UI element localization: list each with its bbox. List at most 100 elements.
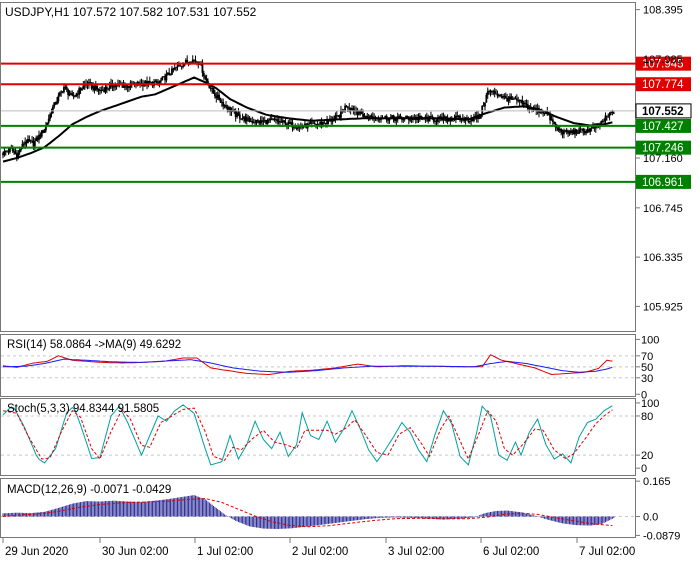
- candle-body-47: [67, 89, 69, 95]
- current-price-label: 107.552: [642, 106, 684, 118]
- candle-body-161: [225, 105, 227, 108]
- candle-body-437: [607, 115, 610, 117]
- candle-body-13: [20, 148, 22, 151]
- candle-body-113: [158, 81, 161, 84]
- candle-body-221: [308, 123, 310, 125]
- candle-body-367: [510, 96, 513, 100]
- candle-body-180: [251, 121, 254, 123]
- candle-body-147: [205, 78, 208, 82]
- time-tick-label-3: 2 Jul 02:00: [292, 546, 348, 558]
- candle-body-349: [485, 94, 488, 103]
- candle-body-139: [194, 60, 197, 62]
- candle-body-76: [107, 88, 110, 90]
- candle-body-8: [13, 151, 15, 153]
- price-tick-label-3: 106.745: [643, 203, 683, 215]
- candle-body-88: [123, 85, 126, 88]
- candle-body-9: [14, 152, 17, 154]
- candle-body-118: [165, 74, 168, 81]
- candle-body-120: [168, 72, 171, 75]
- candle-body-414: [575, 129, 578, 133]
- candle-body-33: [47, 118, 50, 123]
- level-label-4: 106.961: [642, 177, 684, 189]
- candle-body-403: [560, 128, 563, 133]
- candle-body-133: [186, 60, 189, 63]
- stoch-tick-label-0: 100: [641, 398, 659, 410]
- candle-body-257: [358, 113, 360, 115]
- time-tick-label-4: 3 Jul 02:00: [388, 546, 444, 558]
- candle-body-198: [276, 119, 279, 122]
- price-tick-label-1: 107.985: [643, 54, 683, 66]
- candle-body-36: [51, 106, 54, 114]
- candle-body-41: [58, 92, 61, 96]
- candle-body-434: [603, 120, 605, 122]
- candle-body-232: [323, 122, 326, 124]
- candle-body-35: [50, 113, 53, 115]
- chart-root: 107.945 107.774 107.427 107.246 106.961 107.5…: [0, 0, 700, 560]
- candle-body-441: [612, 112, 615, 114]
- candle-body-44: [63, 87, 65, 93]
- candle-body-111: [155, 80, 158, 84]
- candle-body-52: [74, 95, 76, 97]
- candle-body-34: [49, 114, 51, 119]
- candle-body-337: [468, 121, 471, 123]
- macd-tick-label-2: -0.0879: [643, 530, 680, 542]
- candle-body-145: [202, 72, 205, 77]
- candle-body-50: [71, 93, 74, 96]
- candle-body-114: [159, 80, 162, 82]
- candle-body-58: [82, 85, 85, 89]
- candle-body-75: [105, 86, 108, 89]
- candle-body-121: [169, 74, 172, 76]
- candle-body-217: [302, 127, 305, 128]
- rsi-title: RSI(14) 58.0864 ->MA(9) 49.6292: [7, 339, 181, 351]
- price-tick-label-0: 108.395: [643, 5, 683, 17]
- time-tick-label-5: 6 Jul 02:00: [483, 546, 539, 558]
- price-chart-title: USDJPY,H1 107.572 107.582 107.531 107.55…: [5, 5, 257, 19]
- macd-title: MACD(12,26,9) -0.0071 -0.0429: [7, 484, 171, 496]
- candle-body-266: [370, 115, 373, 117]
- candle-body-40: [57, 95, 60, 102]
- candle-body-359: [499, 95, 502, 97]
- candle-body-46: [65, 87, 68, 90]
- candle-body-156: [218, 94, 220, 101]
- candle-body-289: [402, 119, 405, 121]
- candle-body-371: [515, 98, 518, 101]
- candle-body-294: [409, 119, 412, 121]
- candle-body-213: [297, 127, 299, 129]
- level-label-2: 107.427: [642, 121, 684, 133]
- rsi-tick-label-3: 30: [641, 373, 653, 385]
- candle-body-48: [68, 94, 71, 96]
- candle-body-39: [56, 101, 58, 104]
- candle-body-363: [504, 96, 507, 98]
- candle-body-128: [179, 65, 182, 67]
- candle-body-368: [511, 99, 514, 100]
- candle-body-248: [345, 105, 348, 107]
- price-tick-label-5: 105.925: [643, 301, 683, 313]
- candle-body-421: [585, 131, 587, 134]
- candle-body-173: [241, 118, 244, 120]
- candle-body-425: [590, 127, 593, 129]
- candle-body-228: [317, 123, 320, 125]
- candle-body-12: [18, 150, 21, 153]
- rsi-tick-label-0: 100: [641, 334, 659, 346]
- candle-body-188: [262, 120, 265, 122]
- candle-body-125: [175, 67, 178, 69]
- price-tick-label-4: 106.335: [643, 252, 683, 264]
- candle-body-365: [507, 99, 510, 102]
- candle-body-203: [283, 120, 286, 122]
- time-tick-label-1: 30 Jun 02:00: [102, 546, 169, 558]
- candle-body-68: [96, 85, 99, 90]
- candle-body-348: [484, 102, 486, 107]
- candle-body-152: [212, 88, 215, 94]
- candle-body-153: [214, 93, 216, 97]
- macd-tick-label-0: 0.165: [643, 476, 671, 488]
- candle-body-23: [33, 140, 36, 147]
- candle-body-146: [204, 76, 207, 79]
- candle-body-170: [237, 112, 240, 115]
- candle-body-377: [524, 102, 527, 104]
- time-tick-label-6: 7 Jul 02:00: [579, 546, 635, 558]
- macd-tick-label-1: 0.0: [643, 512, 658, 524]
- candle-body-438: [608, 113, 611, 116]
- candle-body-91: [128, 87, 130, 88]
- candle-body-225: [313, 122, 316, 125]
- candle-body-115: [161, 77, 164, 81]
